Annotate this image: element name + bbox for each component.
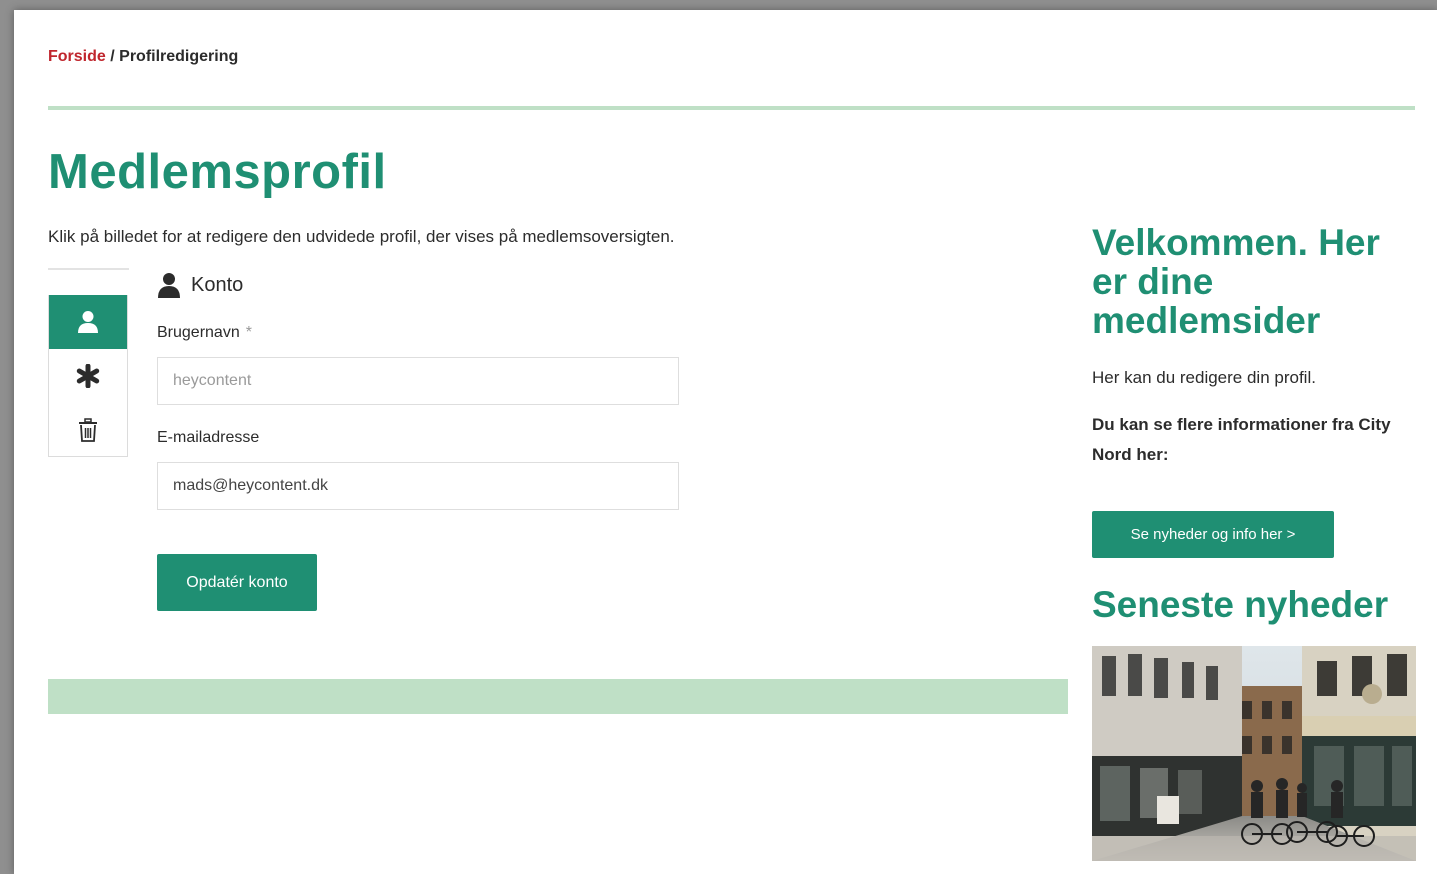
- tab-delete[interactable]: [49, 403, 127, 457]
- username-label: Brugernavn *: [157, 324, 252, 342]
- account-section-header: Konto: [157, 272, 243, 298]
- street-photo: [1092, 646, 1416, 861]
- info-text: Du kan se flere informationer fra City N…: [1092, 415, 1391, 464]
- user-icon: [158, 273, 180, 298]
- tabs-top-line: [48, 268, 129, 270]
- profile-tabs: [48, 295, 128, 457]
- breadcrumb-home-link[interactable]: Forside: [48, 48, 106, 65]
- news-image[interactable]: [1092, 646, 1416, 861]
- page-title: Medlemsprofil: [48, 145, 387, 199]
- trash-icon: [79, 418, 97, 442]
- asterisk-icon: [76, 364, 100, 388]
- tab-account[interactable]: [49, 295, 127, 349]
- email-label: E-mailadresse: [157, 429, 260, 446]
- breadcrumb-separator: /: [105, 48, 120, 65]
- latest-news-title: Seneste nyheder: [1092, 584, 1389, 625]
- page: Forside / Profilredigering Medlemsprofil…: [14, 10, 1437, 874]
- welcome-title: Velkommen. Her er dine medlemsider: [1092, 222, 1380, 341]
- user-icon: [78, 311, 98, 333]
- account-section-title: Konto: [191, 273, 244, 296]
- username-label-text: Brugernavn: [157, 324, 240, 341]
- tab-password[interactable]: [49, 349, 127, 403]
- update-account-button[interactable]: Opdatér konto: [157, 554, 317, 611]
- welcome-text: Her kan du redigere din profil.: [1092, 368, 1316, 387]
- required-mark: *: [245, 324, 252, 341]
- breadcrumb-current: Profilredigering: [119, 48, 239, 65]
- username-field[interactable]: [157, 357, 679, 405]
- top-divider: [48, 106, 1415, 110]
- email-field[interactable]: [157, 462, 679, 510]
- breadcrumb: Forside / Profilredigering: [48, 48, 238, 66]
- news-button[interactable]: Se nyheder og info her >: [1092, 511, 1334, 558]
- bottom-divider: [48, 679, 1068, 714]
- intro-text: Klik på billedet for at redigere den udv…: [48, 227, 675, 246]
